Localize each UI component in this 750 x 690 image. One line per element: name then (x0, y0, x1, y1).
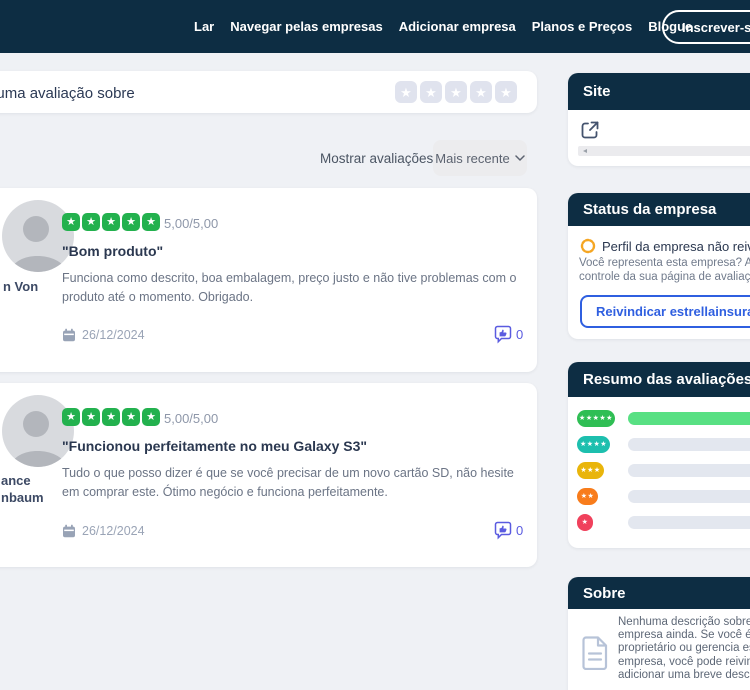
review-star-rating: ★ ★ ★ ★ ★ (62, 408, 160, 426)
company-status-title: Status da empresa (583, 201, 716, 218)
thumbs-up-icon (494, 521, 513, 540)
nav-home[interactable]: Lar (194, 19, 214, 34)
claim-company-button[interactable]: Reivindicar estrellainsurance.com (580, 295, 750, 328)
nav-links: Lar Navegar pelas empresas Adicionar emp… (194, 0, 692, 53)
site-card-title: Site (583, 83, 611, 100)
star-icon: ★ (122, 408, 140, 426)
show-reviews-label: Mostrar avaliações (320, 151, 433, 166)
review-date: 26/12/2024 (62, 524, 145, 538)
status-description-line1: Você representa esta empresa? Assuma o (579, 257, 750, 269)
reviews-summary-header: Resumo das avaliações (568, 362, 750, 397)
rate-star-icon[interactable]: ★ (420, 81, 442, 103)
page: Lar Navegar pelas empresas Adicionar emp… (0, 0, 750, 690)
external-link-icon[interactable] (579, 119, 601, 141)
avatar (2, 395, 74, 467)
star-icon: ★ (122, 213, 140, 231)
write-review-prompt: Escreva uma avaliação sobre (0, 85, 135, 102)
review-title: "Funcionou perfeitamente no meu Galaxy S… (62, 438, 367, 454)
about-card-header: Sobre (568, 577, 750, 609)
review-author-line1: ance (1, 473, 31, 488)
review-date-text: 26/12/2024 (82, 524, 145, 538)
chevron-down-icon (515, 155, 525, 161)
about-text-line4: empresa, você pode reivindicá-la e (618, 656, 750, 668)
likes-button[interactable]: 0 (494, 325, 523, 344)
star-icon: ★ (82, 408, 100, 426)
one-star-pill: ★ (577, 514, 593, 531)
review-body: Tudo o que posso dizer é que se você pre… (62, 464, 532, 503)
star-icon: ★ (62, 408, 80, 426)
status-description-line2: controle da sua página de avaliações... (579, 271, 750, 283)
review-date-text: 26/12/2024 (82, 328, 145, 342)
about-text-line1: Nenhuma descrição sobre a (618, 616, 750, 628)
three-star-bar (628, 464, 750, 477)
avatar (2, 200, 74, 272)
five-star-bar (628, 412, 750, 425)
sort-dropdown[interactable]: Mais recente (433, 140, 527, 176)
likes-count: 0 (516, 327, 523, 342)
review-title: "Bom produto" (62, 243, 163, 259)
likes-button[interactable]: 0 (494, 521, 523, 540)
person-icon (2, 395, 74, 467)
about-text-line2: empresa ainda. Se você é o (618, 629, 750, 641)
review-body: Funciona como descrito, boa embalagem, p… (62, 269, 532, 308)
calendar-icon (62, 524, 76, 538)
four-star-bar (628, 438, 750, 451)
star-icon: ★ (62, 213, 80, 231)
two-star-bar (628, 490, 750, 503)
review-date: 26/12/2024 (62, 328, 145, 342)
likes-count: 0 (516, 523, 523, 538)
review-star-rating: ★ ★ ★ ★ ★ (62, 213, 160, 231)
rating-value: 5,00/5,00 (164, 216, 218, 231)
nav-plans-pricing[interactable]: Planos e Preços (532, 19, 632, 34)
about-text-line3: proprietário ou gerencia esta (618, 642, 750, 654)
sort-dropdown-value: Mais recente (435, 151, 509, 166)
rate-star-icon[interactable]: ★ (445, 81, 467, 103)
navbar: Lar Navegar pelas empresas Adicionar emp… (0, 0, 750, 53)
calendar-icon (62, 328, 76, 342)
reviews-summary-title: Resumo das avaliações (583, 371, 750, 388)
person-icon (2, 200, 74, 272)
scroll-left-arrow-icon[interactable] (583, 149, 587, 153)
signup-button[interactable]: Inscrever-se (662, 10, 750, 44)
star-icon: ★ (82, 213, 100, 231)
star-icon: ★ (142, 408, 160, 426)
horizontal-scrollbar[interactable] (578, 146, 750, 156)
four-star-pill: ★★★★ (577, 436, 610, 453)
two-star-pill: ★★ (577, 488, 598, 505)
one-star-bar (628, 516, 750, 529)
star-icon: ★ (142, 213, 160, 231)
review-author-line2: nbaum (1, 490, 44, 505)
rating-value: 5,00/5,00 (164, 411, 218, 426)
nav-browse-companies[interactable]: Navegar pelas empresas (230, 19, 382, 34)
rate-star-icon[interactable]: ★ (495, 81, 517, 103)
about-text-line5: adicionar uma breve descrição. (618, 669, 750, 681)
company-status-header: Status da empresa (568, 193, 750, 226)
review-author: n Von (3, 279, 38, 294)
five-star-pill: ★★★★★ (577, 410, 615, 427)
rate-star-icon[interactable]: ★ (395, 81, 417, 103)
unclaimed-seal-icon (580, 238, 596, 254)
nav-add-company[interactable]: Adicionar empresa (399, 19, 516, 34)
star-icon: ★ (102, 213, 120, 231)
about-card-title: Sobre (583, 585, 626, 602)
site-card-header: Site (568, 73, 750, 110)
document-icon (582, 636, 608, 670)
star-icon: ★ (102, 408, 120, 426)
status-headline: Perfil da empresa não reivindicado (602, 239, 750, 254)
three-star-pill: ★★★ (577, 462, 604, 479)
rate-star-icon[interactable]: ★ (470, 81, 492, 103)
write-review-star-rating: ★ ★ ★ ★ ★ (395, 81, 517, 103)
thumbs-up-icon (494, 325, 513, 344)
